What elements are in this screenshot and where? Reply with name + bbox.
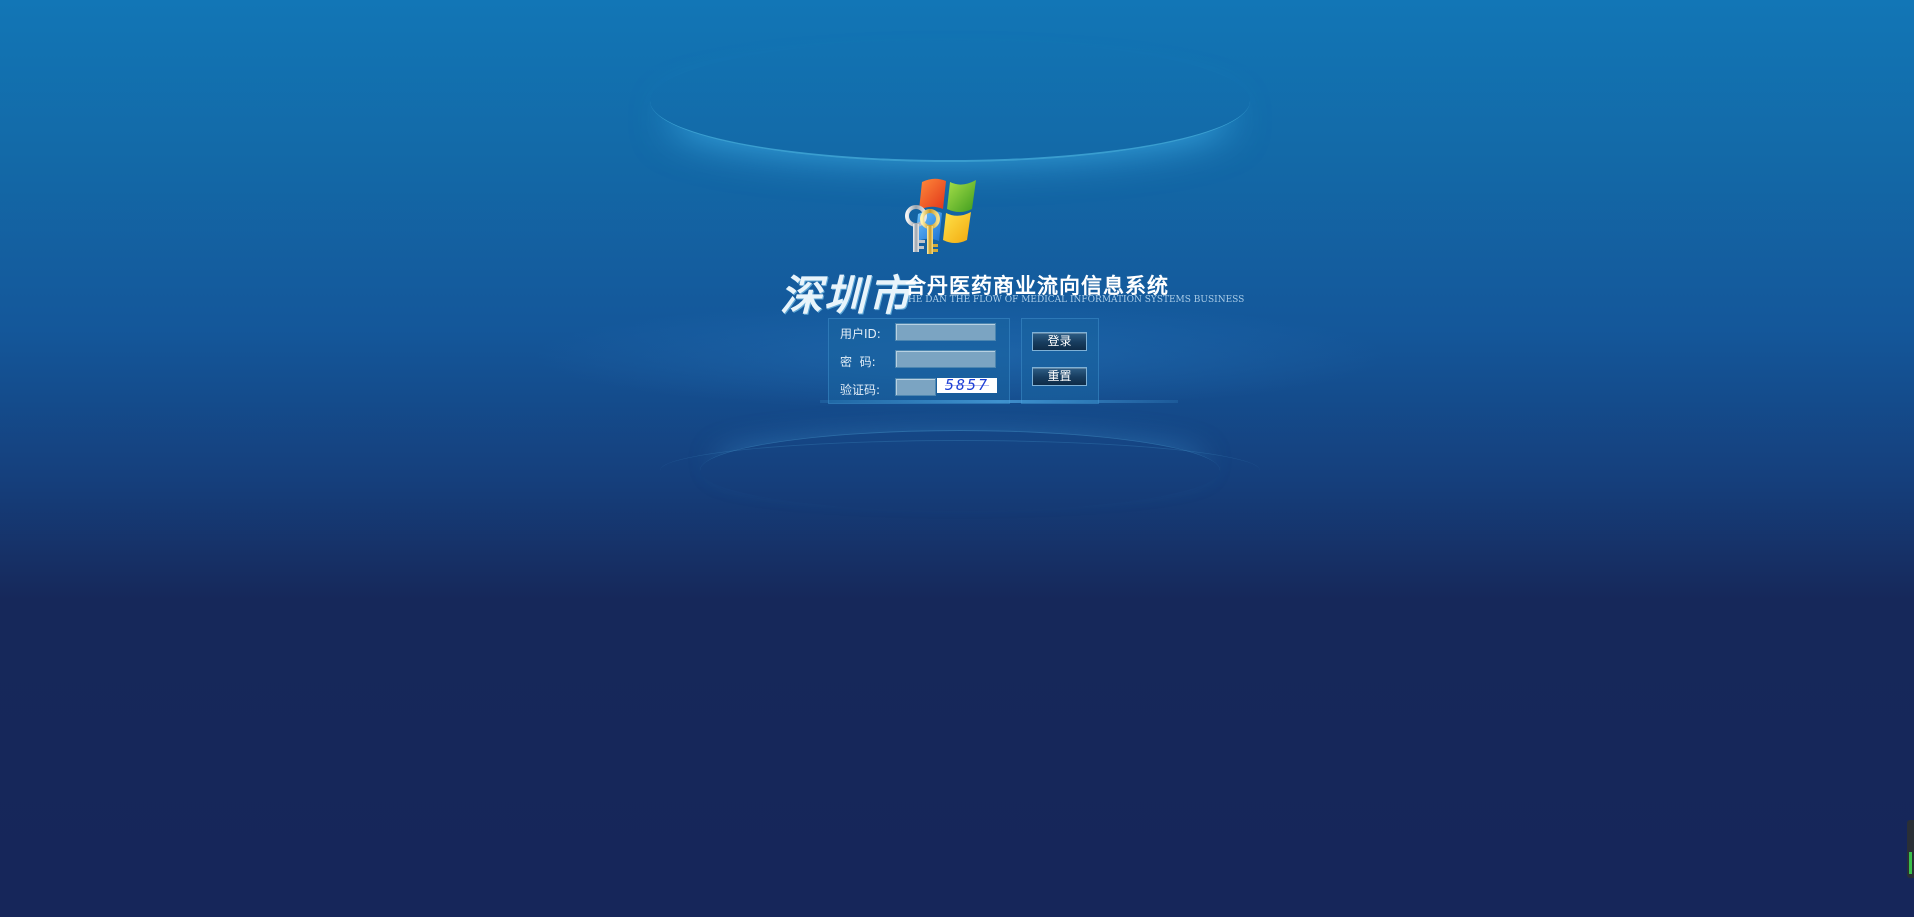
user-id-input[interactable] xyxy=(895,323,996,341)
side-status-widget[interactable] xyxy=(1907,820,1914,878)
captcha-label: 验证码: xyxy=(840,383,881,397)
background-arc-top xyxy=(650,40,1250,162)
login-button-panel xyxy=(1021,318,1099,404)
login-button[interactable]: 登录 xyxy=(1032,332,1087,351)
captcha-input[interactable] xyxy=(895,378,936,396)
background-arc-bottom-outer xyxy=(660,440,1260,501)
panel-underline xyxy=(820,400,1178,403)
password-label: 密 码: xyxy=(840,355,876,369)
windows-flag-with-keys-icon xyxy=(905,178,976,254)
captcha-image[interactable]: 5857 xyxy=(937,378,997,393)
user-id-label: 用户ID: xyxy=(840,327,881,341)
system-title-english: HE DAN THE FLOW OF MEDICAL INFORMATION S… xyxy=(908,295,1245,305)
side-status-indicator xyxy=(1909,852,1912,874)
city-title: 深圳市 xyxy=(780,271,913,320)
password-input[interactable] xyxy=(895,350,996,368)
reset-button[interactable]: 重置 xyxy=(1032,367,1087,386)
